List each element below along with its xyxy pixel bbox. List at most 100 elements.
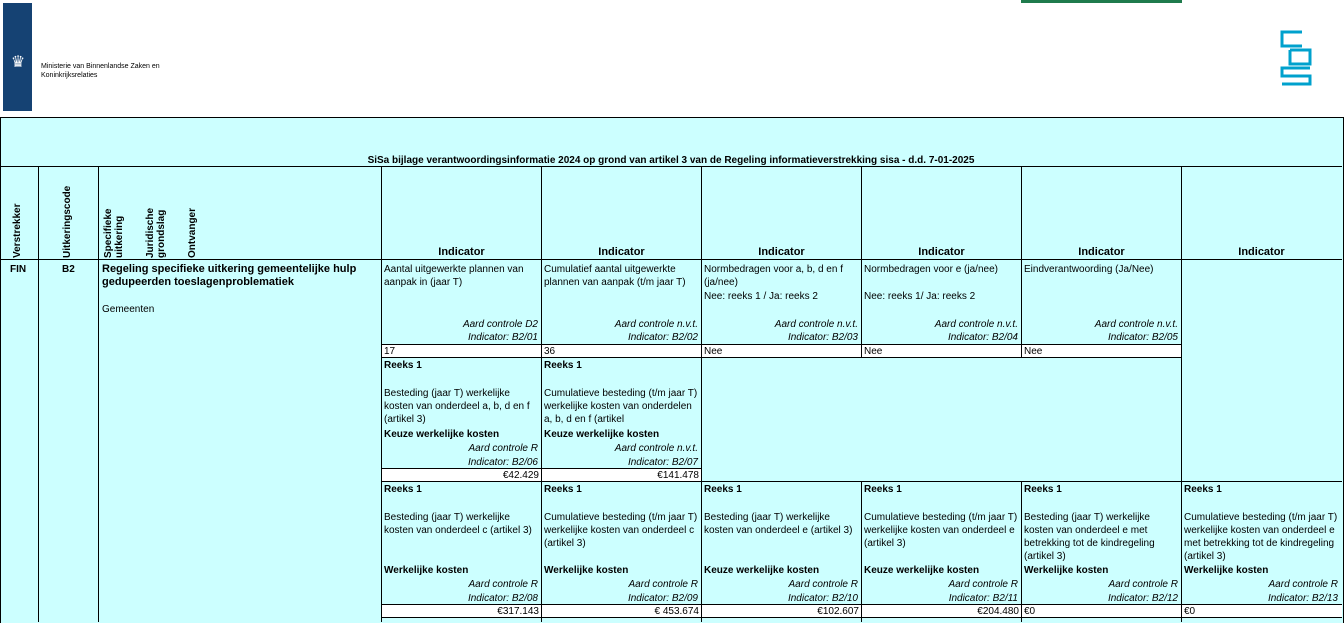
aard-controle: Aard controle R bbox=[1108, 579, 1178, 590]
verstrekker-value: FIN bbox=[10, 264, 27, 275]
gridline bbox=[381, 166, 382, 622]
header-uitkeringscode: Uitkeringscode bbox=[62, 185, 73, 258]
indicator-code: Indicator: B2/05 bbox=[1107, 332, 1178, 343]
aard-controle: Aard controle R bbox=[788, 579, 858, 590]
input-cell-b2-12[interactable]: €0 bbox=[1024, 605, 1035, 618]
gridline bbox=[861, 166, 862, 356]
reeks-label: Reeks 1 bbox=[384, 484, 422, 495]
gridline bbox=[701, 481, 702, 622]
aard-controle: Aard controle n.v.t. bbox=[614, 443, 698, 454]
active-cell-indicator bbox=[1021, 0, 1182, 3]
indicator-description: Besteding (jaar T) werkelijke kosten van… bbox=[384, 388, 530, 425]
reeks-label: Reeks 1 bbox=[544, 484, 582, 495]
indicator-code: Indicator: B2/03 bbox=[787, 332, 858, 343]
indicator-code: Indicator: B2/01 bbox=[467, 332, 538, 343]
ministry-line-1: Ministerie van Binnenlandse Zaken en bbox=[41, 63, 160, 70]
regeling-name: Regeling specifieke uitkering gemeenteli… bbox=[102, 263, 357, 288]
input-cell-b2-05[interactable]: Nee bbox=[1024, 345, 1042, 358]
indicator-description: Besteding (jaar T) werkelijke kosten van… bbox=[1024, 512, 1155, 562]
gridline bbox=[541, 344, 542, 358]
gridline bbox=[38, 166, 39, 622]
keuze-label: Werkelijke kosten bbox=[1024, 565, 1109, 576]
indicator-description: Cumulatieve besteding (t/m jaar T) werke… bbox=[864, 512, 1018, 549]
input-cell-b2-03[interactable]: Nee bbox=[704, 345, 722, 358]
keuze-label: Keuze werkelijke kosten bbox=[704, 565, 820, 576]
gridline bbox=[382, 481, 1342, 482]
header-specifieke-uitkering: Specifieke uitkering bbox=[103, 208, 125, 258]
gridline bbox=[1181, 481, 1182, 622]
gridline bbox=[1, 166, 1342, 167]
ministry-line-2: Koninkrijksrelaties bbox=[41, 72, 98, 79]
indicator-description: Eindverantwoording (Ja/Nee) bbox=[1024, 264, 1154, 275]
indicator-description: Cumulatieve besteding (t/m jaar T) werke… bbox=[544, 388, 698, 425]
gridline bbox=[1181, 604, 1182, 622]
value-row bbox=[382, 344, 1181, 358]
indicator-header: Indicator bbox=[1238, 246, 1285, 258]
crest-icon: ♛ bbox=[10, 54, 26, 71]
input-cell-b2-04[interactable]: Nee bbox=[864, 345, 882, 358]
ministry-name: Ministerie van Binnenlandse Zaken en Kon… bbox=[41, 62, 160, 80]
gridline bbox=[701, 166, 702, 356]
input-cell-b2-10[interactable]: €102.607 bbox=[704, 605, 859, 618]
gridline bbox=[701, 357, 702, 482]
indicator-header: Indicator bbox=[598, 246, 645, 258]
gridline bbox=[541, 166, 542, 622]
reeks-label: Reeks 1 bbox=[704, 484, 742, 495]
indicator-description: Aantal uitgewerkte plannen van aanpak in… bbox=[384, 264, 524, 288]
input-cell-b2-08[interactable]: €317.143 bbox=[384, 605, 539, 618]
sheet-top-strip bbox=[0, 0, 1344, 3]
indicator-description: Cumulatieve besteding (t/m jaar T) werke… bbox=[1184, 512, 1338, 562]
keuze-label: Werkelijke kosten bbox=[544, 565, 629, 576]
aard-controle: Aard controle R bbox=[468, 579, 538, 590]
gridline bbox=[541, 468, 542, 482]
aard-controle: Aard controle n.v.t. bbox=[934, 319, 1018, 330]
indicator-description: Besteding (jaar T) werkelijke kosten van… bbox=[384, 512, 532, 536]
cbs-logo-icon bbox=[1280, 30, 1312, 86]
gridline bbox=[1021, 604, 1022, 622]
reeks-label: Reeks 1 bbox=[1184, 484, 1222, 495]
input-cell-b2-13[interactable]: €0 bbox=[1184, 605, 1195, 618]
reeks-label: Reeks 1 bbox=[1024, 484, 1062, 495]
indicator-code: Indicator: B2/02 bbox=[627, 332, 698, 343]
indicator-description: Normbedragen voor a, b, d en f (ja/nee) bbox=[704, 264, 843, 288]
aard-controle: Aard controle R bbox=[1268, 579, 1338, 590]
sheet-title: SiSa bijlage verantwoordingsinformatie 2… bbox=[367, 155, 975, 166]
aard-controle: Aard controle R bbox=[628, 579, 698, 590]
indicator-header: Indicator bbox=[918, 246, 965, 258]
indicator-description-note: Nee: reeks 1 / Ja: reeks 2 bbox=[704, 291, 818, 302]
indicator-header: Indicator bbox=[1078, 246, 1125, 258]
header-juridische-grondslag: Juridische grondslag bbox=[145, 207, 167, 258]
gridline bbox=[861, 604, 862, 622]
keuze-label: Werkelijke kosten bbox=[384, 565, 469, 576]
indicator-description: Besteding (jaar T) werkelijke kosten van… bbox=[704, 512, 853, 536]
reeks-label: Reeks 1 bbox=[384, 360, 422, 371]
gridline bbox=[701, 604, 702, 622]
indicator-header: Indicator bbox=[438, 246, 485, 258]
aard-controle: Aard controle D2 bbox=[462, 319, 538, 330]
aard-controle: Aard controle n.v.t. bbox=[1094, 319, 1178, 330]
indicator-code: Indicator: B2/04 bbox=[947, 332, 1018, 343]
aard-controle: Aard controle R bbox=[948, 579, 1018, 590]
gridline bbox=[1021, 481, 1022, 622]
indicator-description: Cumulatieve besteding (t/m jaar T) werke… bbox=[544, 512, 698, 549]
aard-controle: Aard controle n.v.t. bbox=[774, 319, 858, 330]
aard-controle: Aard controle R bbox=[468, 443, 538, 454]
keuze-label: Keuze werkelijke kosten bbox=[544, 429, 660, 440]
gridline bbox=[382, 357, 701, 358]
gridline bbox=[701, 344, 702, 358]
keuze-label: Werkelijke kosten bbox=[1184, 565, 1269, 576]
keuze-label: Keuze werkelijke kosten bbox=[864, 565, 980, 576]
uitkeringscode-value: B2 bbox=[62, 264, 75, 275]
header-verstrekker: Verstrekker bbox=[12, 203, 23, 259]
input-cell-b2-11[interactable]: €204.480 bbox=[864, 605, 1019, 618]
indicator-description: Cumulatief aantal uitgewerkte plannen va… bbox=[544, 264, 686, 288]
reeks-label: Reeks 1 bbox=[864, 484, 902, 495]
ontvanger-value: Gemeenten bbox=[102, 304, 155, 315]
gridline bbox=[1, 259, 1342, 260]
input-cell-b2-09[interactable]: € 453.674 bbox=[544, 605, 700, 618]
gridline bbox=[861, 344, 862, 358]
header-ontvanger: Ontvanger bbox=[187, 207, 198, 258]
indicator-description-note: Nee: reeks 1/ Ja: reeks 2 bbox=[864, 291, 976, 302]
gridline bbox=[1021, 166, 1022, 356]
indicator-description: Normbedragen voor e (ja/nee) bbox=[864, 264, 998, 275]
